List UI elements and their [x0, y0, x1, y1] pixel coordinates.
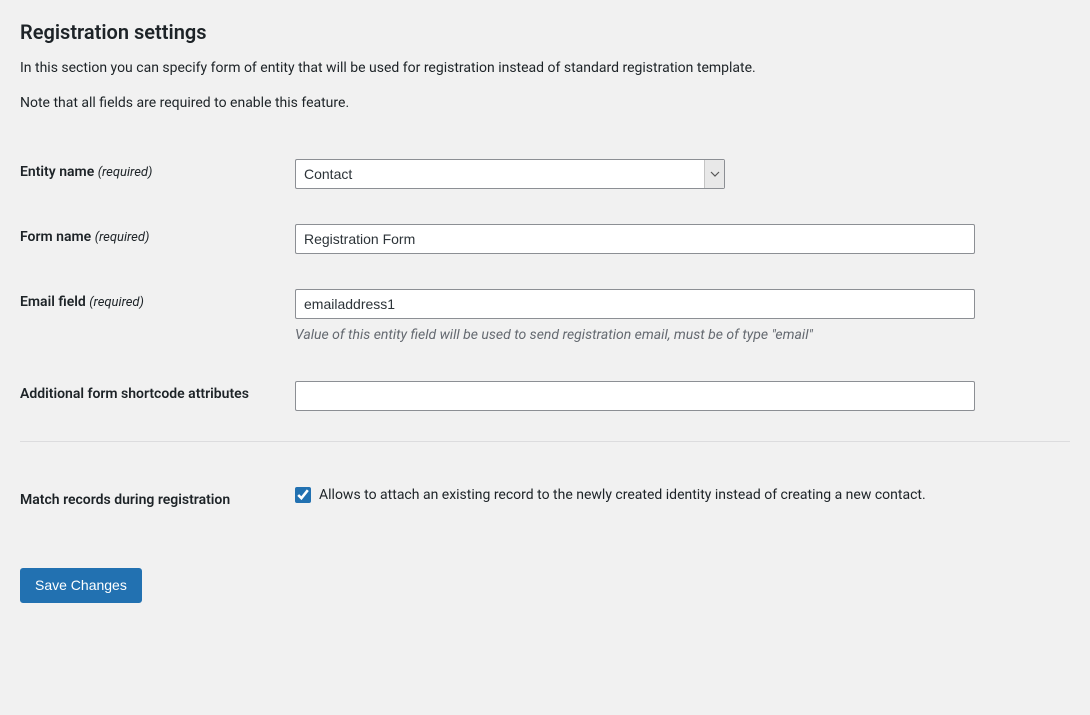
email-field-input[interactable]	[295, 289, 975, 319]
match-records-checkbox[interactable]	[295, 487, 311, 503]
entity-name-select[interactable]: Contact	[295, 159, 725, 189]
form-name-label: Form name (required)	[20, 209, 295, 274]
intro-text-2: Note that all fields are required to ena…	[20, 93, 1070, 114]
additional-attrs-label: Additional form shortcode attributes	[20, 366, 295, 431]
form-name-input[interactable]	[295, 224, 975, 254]
save-button[interactable]: Save Changes	[20, 568, 142, 603]
divider	[20, 441, 1070, 442]
match-records-checkbox-label: Allows to attach an existing record to t…	[319, 487, 926, 503]
intro-text-1: In this section you can specify form of …	[20, 58, 1070, 79]
page-title: Registration settings	[20, 20, 1070, 44]
match-records-label: Match records during registration	[20, 472, 295, 528]
email-field-description: Value of this entity field will be used …	[295, 325, 1060, 346]
entity-name-label: Entity name (required)	[20, 144, 295, 209]
additional-attrs-input[interactable]	[295, 381, 975, 411]
email-field-label: Email field (required)	[20, 274, 295, 366]
